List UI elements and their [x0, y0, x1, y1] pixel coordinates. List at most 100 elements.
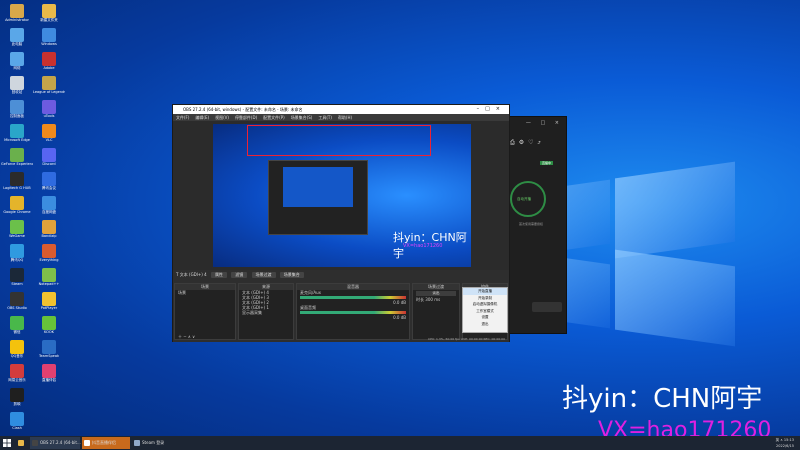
- desktop-icon-label: Microsoft Edge: [4, 138, 30, 142]
- mixer-dock: 混音器 麦克风/Aux 0.0 dB 桌面音频 0.0 dB: [296, 283, 410, 340]
- app-icon: [42, 76, 56, 90]
- scene-item[interactable]: 场景: [175, 290, 235, 295]
- exit-button[interactable]: 退出: [463, 321, 507, 328]
- desktop-icons: Administrator 此电脑 网络 回收站 控制面板 Microsoft Edge G…: [0, 0, 72, 430]
- desktop-icon-label: Adobe: [43, 66, 55, 70]
- app-icon: [42, 124, 56, 138]
- app-icon: [10, 244, 24, 258]
- app-icon: [42, 316, 56, 330]
- desktop-icon-label: Notepad++: [38, 282, 60, 286]
- app-icon: [10, 340, 24, 354]
- desktop-icon-label: 控制面板: [10, 114, 24, 118]
- menu-item[interactable]: 编辑(E): [195, 115, 209, 120]
- desktop-icon-label: Administrator: [5, 18, 29, 22]
- desktop-icon-label: WeGame: [9, 234, 25, 238]
- duration-row: 时长 300 ms: [413, 297, 459, 302]
- desktop-icon-label: Discord: [42, 162, 56, 166]
- desktop-icon-label: 腾讯会议: [42, 186, 56, 190]
- duration-input[interactable]: 300 ms: [425, 297, 440, 302]
- obs-window[interactable]: OBS 27.2.4 (64-bit, windows) - 配置文件: 未命名…: [172, 104, 510, 342]
- desktop-icon[interactable]: 直播伴侣: [33, 364, 65, 394]
- app-icon: [42, 244, 56, 258]
- app-icon: [42, 148, 56, 162]
- tab-scene-collection[interactable]: 场景集合: [279, 272, 304, 278]
- menu-bar: 文件(F) 编辑(E) 视图(V) 停靠部件(D) 配置文件(P) 场景集合(S) 工具(T…: [173, 114, 509, 121]
- window-title: OBS 27.2.4 (64-bit, windows) - 配置文件: 未命名…: [173, 105, 509, 114]
- taskbar-item-steam[interactable]: Steam 登录: [132, 437, 172, 449]
- controls-menu[interactable]: 开始直播 开始录制 启动虚拟摄像机 工作室模式 设置 退出: [462, 287, 508, 333]
- obs-bottom-panel: T 文本 (GDI+) 4 属性 滤镜 场景过渡 场景集合 场景 场景 ＋ − …: [173, 270, 509, 342]
- source-item[interactable]: 显示器采集: [239, 310, 293, 315]
- desktop-icon-label: Steam: [11, 282, 23, 286]
- app-icon: [10, 172, 24, 186]
- desktop-icon-label: PotPlayer: [40, 306, 58, 310]
- menu-item[interactable]: 文件(F): [176, 115, 189, 120]
- menu-item[interactable]: 停靠部件(D): [235, 115, 257, 120]
- duration-label: 时长: [416, 297, 424, 302]
- steam-icon: [134, 440, 140, 446]
- app-icon: [10, 28, 24, 42]
- properties-button[interactable]: 属性: [210, 272, 227, 278]
- desktop-icon-label: 直播伴侣: [42, 378, 56, 382]
- app-icon: [10, 100, 24, 114]
- desktop-icon-label: Windows: [41, 42, 57, 46]
- windows-start-icon[interactable]: [3, 439, 11, 447]
- desktop-icon-label: League of Legends: [33, 90, 65, 94]
- live-companion-window[interactable]: — □ × ⎙⚙♡⤴ 直播中 自动开播 首次使用需要授权: [503, 116, 567, 334]
- app-icon: [10, 220, 24, 234]
- app-icon: [10, 364, 24, 378]
- taskbar-label: Steam 登录: [142, 440, 165, 445]
- desktop-icon-label: QQ音乐: [10, 354, 24, 358]
- desktop-icon-label: TeamSpeak: [38, 354, 60, 358]
- app-icon: [42, 220, 56, 234]
- menu-item[interactable]: 工具(T): [318, 115, 332, 120]
- menu-item[interactable]: 配置文件(P): [263, 115, 285, 120]
- desktop-icon-label: Logitech G HUB: [3, 186, 31, 190]
- desktop-icon-label: 新建文件夹: [40, 18, 58, 22]
- explorer-icon[interactable]: [16, 437, 28, 449]
- menu-item[interactable]: 场景集合(S): [291, 115, 313, 120]
- filters-button[interactable]: 滤镜: [231, 272, 248, 278]
- app-icon: [42, 268, 56, 282]
- selection-box[interactable]: [247, 125, 431, 156]
- settings-button[interactable]: [532, 302, 562, 312]
- desktop-icon-label: GeForce Experience: [1, 162, 33, 166]
- app-icon: [10, 4, 24, 18]
- channel-db: 0.0 dB: [393, 315, 406, 320]
- app-icon: [42, 4, 56, 18]
- mixer-channel-name: 桌面音频: [300, 305, 316, 310]
- taskbar-item-companion[interactable]: 抖音直播伴侣: [82, 437, 130, 449]
- menu-item[interactable]: 视图(V): [215, 115, 229, 120]
- desktop-icon-label: 回收站: [11, 90, 23, 94]
- taskbar: OBS 27.2.4 (64-bit... 抖音直播伴侣 Steam 登录 英 …: [0, 436, 800, 450]
- window-controls[interactable]: –□×: [477, 105, 506, 114]
- taskbar-item-obs[interactable]: OBS 27.2.4 (64-bit...: [30, 437, 81, 449]
- desktop-icon-label: OBS Studio: [7, 306, 27, 310]
- window-controls[interactable]: — □ ×: [526, 120, 563, 126]
- transition-select[interactable]: 淡出: [416, 291, 456, 296]
- text-icon: T: [176, 272, 179, 277]
- desktop-icon-label: VLC: [45, 138, 53, 142]
- app-icon: [10, 316, 24, 330]
- transitions-dock: 场景过渡 淡出 时长 300 ms: [412, 283, 460, 340]
- app-icon: [10, 76, 24, 90]
- taskbar-label: 抖音直播伴侣: [92, 440, 116, 445]
- desktop-icon-label: 百度网盘: [42, 210, 56, 214]
- nested-preview: [268, 160, 368, 235]
- tab-transitions[interactable]: 场景过渡: [251, 272, 276, 278]
- status-badge: 直播中: [540, 161, 554, 165]
- source-name: 文本 (GDI+) 4: [179, 272, 207, 277]
- app-icon: [42, 292, 56, 306]
- mixer-channel-name: 麦克风/Aux: [300, 290, 321, 295]
- desktop-icon-label: Google Chrome: [3, 210, 31, 214]
- app-icon: [42, 28, 56, 42]
- desktop-icon-label: Bandizip: [41, 234, 57, 238]
- app-icon: [42, 340, 56, 354]
- menu-item[interactable]: 帮助(H): [338, 115, 352, 120]
- system-tray[interactable]: 英 ∧ 15:13 2022/6/15: [776, 437, 794, 449]
- preview-canvas[interactable]: 抖yin：CHN阿宇 VX=hao171260: [213, 124, 471, 267]
- tray-date: 2022/6/15: [776, 444, 794, 448]
- app-icon: [10, 148, 24, 162]
- toolbar-icons[interactable]: ⎙⚙♡⤴: [510, 139, 545, 147]
- desktop-icon-label: 此电脑: [11, 42, 23, 46]
